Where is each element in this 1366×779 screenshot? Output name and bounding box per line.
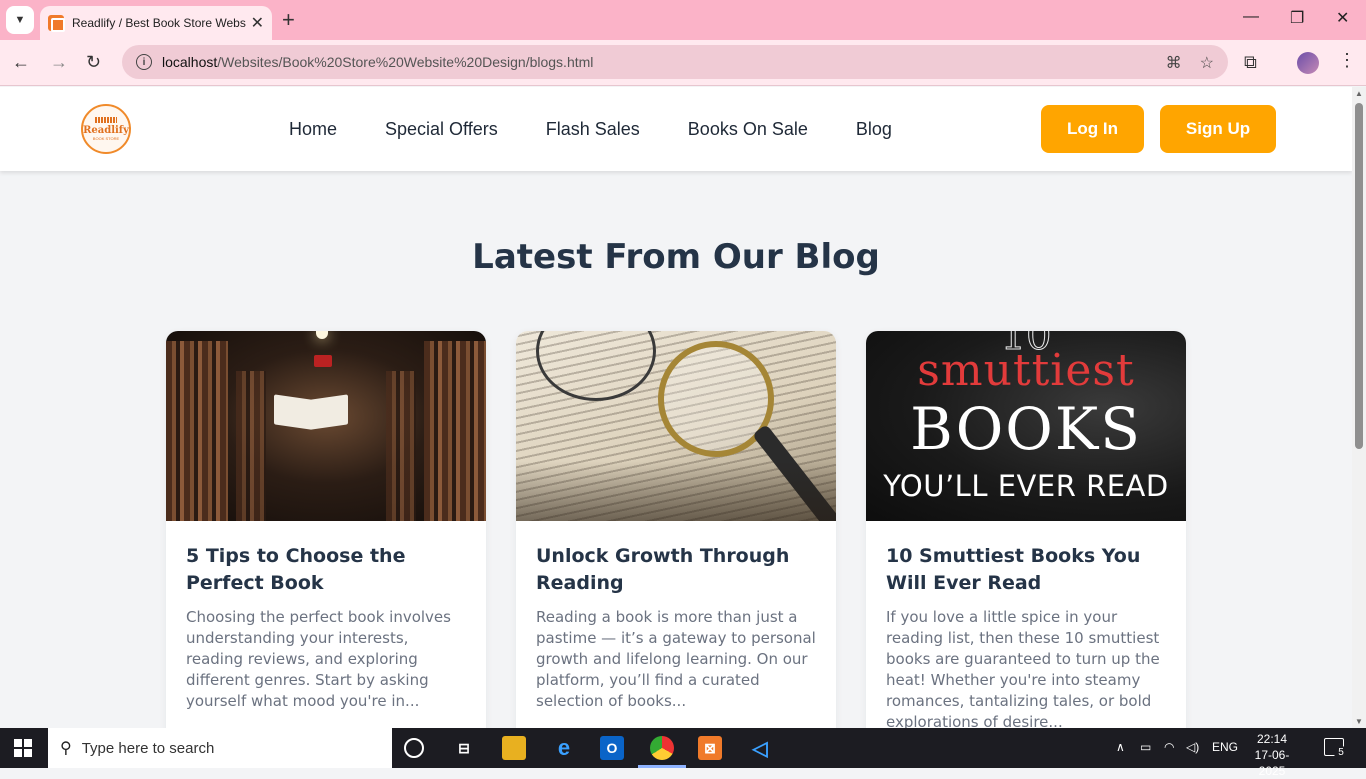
blog-card[interactable]: Unlock Growth Through Reading Reading a … bbox=[516, 331, 836, 728]
language-indicator[interactable]: ENG bbox=[1212, 740, 1238, 754]
site-logo[interactable]: Readlify BOOK STORE bbox=[81, 104, 131, 154]
close-tab-icon[interactable]: ✕ bbox=[251, 13, 264, 33]
cortana-icon[interactable] bbox=[404, 738, 424, 758]
minimize-button[interactable]: — bbox=[1243, 8, 1259, 26]
card-excerpt: If you love a little spice in your readi… bbox=[886, 608, 1160, 728]
wifi-icon[interactable]: ◠ bbox=[1164, 740, 1174, 754]
page-scrollbar[interactable]: ▲ ▼ bbox=[1352, 87, 1366, 728]
taskbar-search[interactable]: ⚲ Type here to search bbox=[48, 728, 392, 768]
forward-button[interactable]: → bbox=[50, 52, 68, 73]
browser-toolbar: ← → ↻ i localhost/Websites/Book%20Store%… bbox=[0, 40, 1366, 86]
nav-books-on-sale[interactable]: Books On Sale bbox=[688, 119, 808, 140]
card-title[interactable]: 10 Smuttiest Books You Will Ever Read bbox=[886, 543, 1166, 597]
site-header: Readlify BOOK STORE Home Special Offers … bbox=[0, 87, 1352, 171]
restore-button[interactable]: ❐ bbox=[1290, 8, 1304, 28]
nav-blog[interactable]: Blog bbox=[856, 119, 892, 140]
search-icon: ⚲ bbox=[60, 740, 72, 757]
task-view-icon[interactable]: ⊟ bbox=[452, 736, 476, 760]
file-explorer-icon[interactable] bbox=[502, 736, 526, 760]
library-photo-icon bbox=[166, 331, 486, 521]
xampp-favicon-icon bbox=[48, 15, 65, 32]
card-excerpt: Choosing the perfect book involves under… bbox=[186, 608, 451, 710]
tab-title: Readlify / Best Book Store Webs bbox=[72, 16, 246, 30]
vscode-icon[interactable]: ◁ bbox=[748, 736, 772, 760]
translate-icon[interactable]: ⌘ bbox=[1166, 53, 1182, 73]
taskbar-clock[interactable]: 22:14 17-06-2025 bbox=[1242, 731, 1302, 779]
profile-avatar[interactable] bbox=[1297, 52, 1319, 74]
scroll-down-icon[interactable]: ▼ bbox=[1355, 717, 1363, 726]
signup-button[interactable]: Sign Up bbox=[1160, 105, 1276, 153]
card-title[interactable]: Unlock Growth Through Reading bbox=[536, 543, 816, 597]
page-viewport: Readlify BOOK STORE Home Special Offers … bbox=[0, 87, 1352, 728]
volume-icon[interactable]: ◁) bbox=[1186, 740, 1199, 754]
blog-card[interactable]: 10 smuttiest BOOKS YOU’LL EVER READ 10 S… bbox=[866, 331, 1186, 728]
menu-kebab-icon[interactable]: ⋮ bbox=[1338, 50, 1356, 71]
xampp-icon[interactable]: ⊠ bbox=[698, 736, 722, 760]
show-hidden-icons-icon[interactable]: ∧ bbox=[1116, 740, 1125, 754]
browser-tab-bar: ▼ Readlify / Best Book Store Webs ✕ + — … bbox=[0, 0, 1366, 40]
back-button[interactable]: ← bbox=[12, 52, 30, 73]
bookmark-star-icon[interactable]: ☆ bbox=[1200, 53, 1214, 73]
url-text[interactable]: localhost/Websites/Book%20Store%20Websit… bbox=[162, 54, 593, 70]
edge-icon[interactable]: e bbox=[552, 735, 576, 760]
smuttiest-books-graphic-icon: 10 smuttiest BOOKS YOU’LL EVER READ bbox=[866, 331, 1186, 521]
books-logo-icon bbox=[95, 117, 117, 123]
main-nav: Home Special Offers Flash Sales Books On… bbox=[289, 119, 892, 140]
search-placeholder: Type here to search bbox=[81, 739, 215, 757]
address-bar[interactable]: i localhost/Websites/Book%20Store%20Webs… bbox=[122, 45, 1228, 79]
card-excerpt: Reading a book is more than just a pasti… bbox=[536, 608, 816, 710]
browser-tab[interactable]: Readlify / Best Book Store Webs ✕ bbox=[40, 6, 272, 40]
notification-count: 5 bbox=[1334, 746, 1348, 760]
login-button[interactable]: Log In bbox=[1041, 105, 1144, 153]
site-info-icon[interactable]: i bbox=[136, 54, 152, 70]
windows-start-icon[interactable] bbox=[14, 739, 32, 757]
windows-taskbar: ⚲ Type here to search ⊟ e O ⊠ ◁ ∧ ▭ ◠ ◁)… bbox=[0, 728, 1366, 778]
section-title: Latest From Our Blog bbox=[472, 237, 880, 277]
close-window-button[interactable]: ✕ bbox=[1336, 8, 1349, 28]
card-title[interactable]: 5 Tips to Choose the Perfect Book bbox=[186, 543, 466, 597]
battery-icon[interactable]: ▭ bbox=[1140, 740, 1151, 754]
scroll-up-icon[interactable]: ▲ bbox=[1355, 89, 1363, 98]
magnifying-glass-photo-icon bbox=[516, 331, 836, 521]
new-tab-button[interactable]: + bbox=[282, 8, 295, 32]
reload-button[interactable]: ↻ bbox=[86, 52, 101, 73]
nav-flash-sales[interactable]: Flash Sales bbox=[546, 119, 640, 140]
blog-card[interactable]: 5 Tips to Choose the Perfect Book Choosi… bbox=[166, 331, 486, 728]
nav-special-offers[interactable]: Special Offers bbox=[385, 119, 498, 140]
nav-home[interactable]: Home bbox=[289, 119, 337, 140]
chrome-icon[interactable] bbox=[650, 736, 674, 760]
extensions-icon[interactable]: ⧉ bbox=[1244, 52, 1257, 73]
scroll-thumb[interactable] bbox=[1355, 103, 1363, 449]
outlook-icon[interactable]: O bbox=[600, 736, 624, 760]
tab-search-button[interactable]: ▼ bbox=[6, 6, 34, 34]
